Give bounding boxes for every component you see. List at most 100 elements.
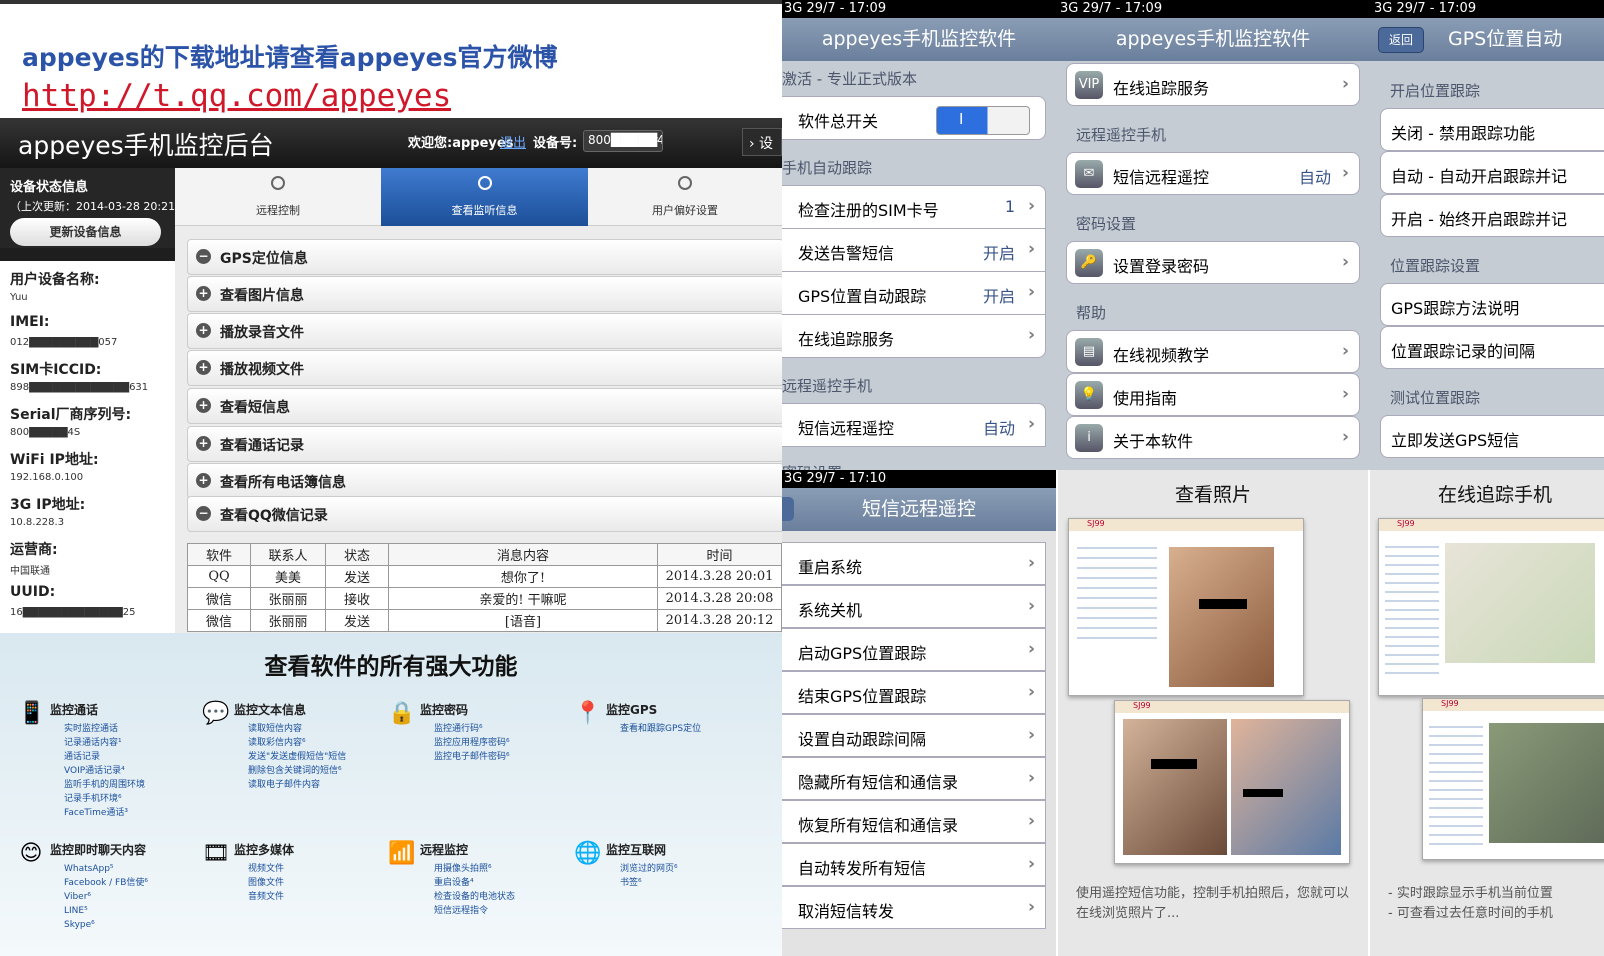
settings-cell[interactable]: ✉ 短信远程遥控 自动 › [1066,152,1360,195]
expand-icon: + [196,286,211,301]
settings-cell[interactable]: 短信远程遥控 自动 › [782,403,1046,447]
device-info-key: 3G IP地址: [10,497,86,513]
feature-item: Facebook / FB信使⁶ [64,876,230,890]
header-settings-button[interactable]: › 设 [742,128,782,156]
cell-value: 开启 [982,244,1015,263]
settings-cell[interactable]: 检查注册的SIM卡号 1 › [782,185,1046,229]
cell-value: 1 [1004,197,1015,216]
feature-icon: 📱 [18,701,46,726]
tracking-panel: 在线追踪手机 SJ99 SJ99 - 实时跟踪显示手机当前位置 - 可查看过去任… [1370,470,1604,956]
command-cell[interactable]: 启动GPS位置跟踪 › [782,628,1046,671]
monitor-row[interactable]: + 查看图片信息 [187,276,784,312]
monitor-row[interactable]: + 查看所有电话簿信息 [187,463,784,499]
chevron-right-icon: › [1027,810,1035,831]
feature-list: 读取短信内容读取彩信内容⁶发送"发送虚假短信"短信删除包含关键词的短信⁶读取电子… [234,722,414,792]
command-cell[interactable]: 系统关机 › [782,585,1046,628]
settings-cell[interactable]: 自动 - 自动开启跟踪并记 [1380,151,1604,194]
cell-label: 在线追踪服务 [1113,78,1210,98]
command-cell[interactable]: 隐藏所有短信和通信录 › [782,757,1046,800]
table-cell: 发送 [325,565,389,588]
command-cell[interactable]: 取消短信转发 › [782,886,1046,929]
chevron-right-icon: › [1341,251,1349,272]
cell-label: 关闭 - 禁用跟踪功能 [1391,123,1535,143]
tab-preferences[interactable]: 用户偏好设置 [588,168,782,226]
nav-bar: 返回 GPS位置自动 [1370,18,1604,61]
monitor-row-label: 播放录音文件 [220,325,304,341]
weibo-link[interactable]: http://t.qq.com/appeyes [22,78,451,114]
app-logo: SJ99 [1115,701,1349,713]
table-cell: 微信 [187,587,251,610]
command-cell[interactable]: 设置自动跟踪间隔 › [782,714,1046,757]
expand-icon: + [196,398,211,413]
settings-cell[interactable]: 在线追踪服务 › [782,314,1046,358]
photo-screenshot: SJ99 [1114,700,1350,864]
key-icon: 🔑 [1075,248,1103,277]
feature-item: 重启设备⁴ [434,876,600,890]
feature-icon: 💬 [202,701,230,726]
section-header: 位置跟踪设置 [1390,257,1481,275]
settings-cell[interactable]: 💡 使用指南 › [1066,373,1360,416]
monitor-row[interactable]: − 查看QQ微信记录 [187,496,784,532]
tab-view-monitoring[interactable]: 查看监听信息 [381,168,588,226]
feature-block: 📶 远程监控用摄像头拍照⁶重启设备⁴检查设备的电池状态短信远程指令 [388,841,600,918]
settings-cell[interactable]: i 关于本软件 › [1066,416,1360,459]
update-device-button[interactable]: 更新设备信息 [10,218,161,246]
col-header: 联系人 [250,543,326,566]
table-row: 微信 张丽丽 发送 [语音] 2014.3.28 20:12 [187,609,782,632]
section-header: 远程遥控手机 [1076,126,1167,144]
device-info-key: 用户设备名称: [10,272,100,288]
back-button[interactable] [782,497,794,521]
settings-cell[interactable]: 开启 - 始终开启跟踪并记 [1380,194,1604,237]
command-cell[interactable]: 结束GPS位置跟踪 › [782,671,1046,714]
back-button[interactable]: 返回 [1378,27,1425,53]
chevron-right-icon: › [1341,73,1349,94]
map-view[interactable] [1445,543,1595,663]
section-header: 测试位置跟踪 [1390,389,1481,407]
expand-icon: + [196,436,211,451]
settings-cell[interactable]: 关闭 - 禁用跟踪功能 [1380,108,1604,151]
settings-cell[interactable]: 位置跟踪记录的间隔 [1380,326,1604,369]
satellite-map-view[interactable] [1489,723,1604,843]
video-icon: ▤ [1075,337,1103,366]
tab-label: 查看监听信息 [451,204,518,217]
nav-title: appeyes手机监控软件 [1115,28,1311,50]
photos-title: 查看照片 [1174,484,1251,506]
monitor-row[interactable]: − GPS定位信息 [187,239,784,275]
feature-item: 短信远程指令 [434,904,600,918]
nav-title: 短信远程遥控 [861,498,976,520]
monitor-row[interactable]: + 查看通话记录 [187,426,784,462]
info-icon: i [1075,423,1103,452]
feature-title: 监控密码 [420,703,469,717]
device-select[interactable]: 800█████4S▾ [583,130,663,152]
status-text: 3G 29/7 - 17:09 [1374,1,1477,16]
monitor-row[interactable]: + 查看短信息 [187,388,784,424]
monitor-row[interactable]: + 播放录音文件 [187,313,784,349]
feature-list: 查看和跟踪GPS定位 [606,722,786,736]
command-cell[interactable]: 自动转发所有短信 › [782,843,1046,886]
toggle-switch[interactable]: I [936,106,1030,135]
feature-item: FaceTime通话³ [64,806,230,820]
command-cell[interactable]: 重启系统 › [782,542,1046,585]
tab-remote-control[interactable]: 远程控制 [175,168,381,226]
monitor-row[interactable]: + 播放视频文件 [187,350,784,386]
settings-cell[interactable]: VIP 在线追踪服务 › [1066,63,1360,106]
settings-cell[interactable]: GPS跟踪方法说明 [1380,283,1604,326]
command-cell[interactable]: 恢复所有短信和通信录 › [782,800,1046,843]
monitor-row-label: GPS定位信息 [220,251,308,267]
cell-label: 设置登录密码 [1113,256,1210,276]
feature-item: 记录通话内容¹ [64,736,230,750]
chevron-right-icon: › [1027,767,1035,788]
expand-icon: + [196,323,211,338]
settings-cell[interactable]: GPS位置自动跟踪 开启 › [782,271,1046,315]
chevron-right-icon: › [1027,896,1035,917]
settings-cell[interactable]: 🔑 设置登录密码 › [1066,241,1360,284]
monitor-row-label: 查看QQ微信记录 [220,508,328,524]
col-header: 时间 [657,543,782,566]
settings-cell[interactable]: 发送告警短信 开启 › [782,228,1046,272]
logout-link[interactable]: 退出 [500,132,526,151]
tracking-title: 在线追踪手机 [1438,484,1553,506]
monitor-row-label: 查看所有电话簿信息 [220,475,346,491]
settings-cell[interactable]: ▤ 在线视频教学 › [1066,330,1360,373]
settings-cell[interactable]: 立即发送GPS短信 [1380,415,1604,458]
feature-icon: 😊 [19,841,43,866]
